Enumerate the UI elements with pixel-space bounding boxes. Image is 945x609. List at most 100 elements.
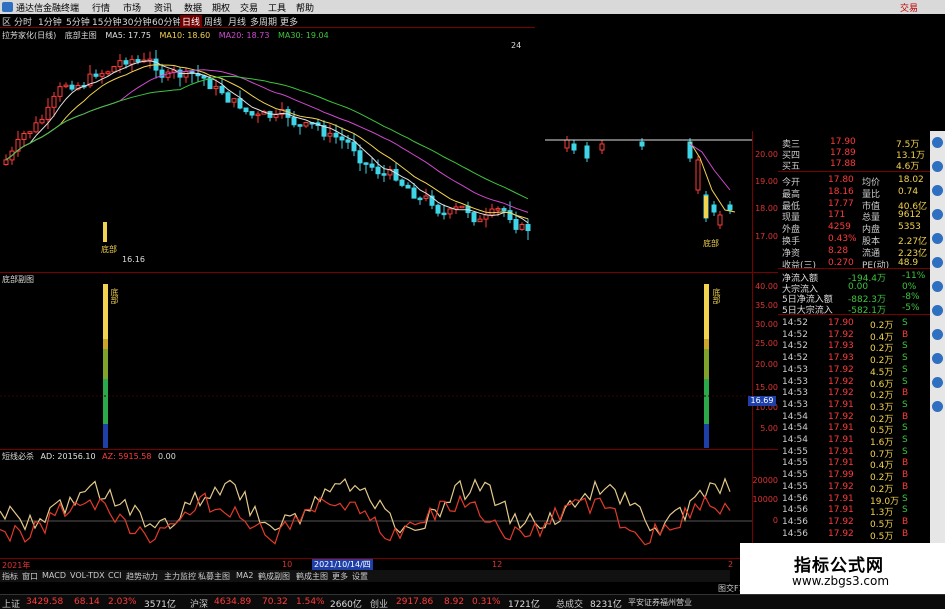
toolbar-item[interactable]: 更多 — [280, 15, 298, 28]
candle-body — [599, 143, 605, 151]
stat-value: 48.9 — [898, 257, 919, 268]
trade-link[interactable]: 交易 — [900, 1, 918, 14]
side-icon[interactable] — [932, 137, 943, 148]
tick-time: 14:55 — [782, 446, 808, 457]
cy-label[interactable]: 创业 — [370, 597, 388, 609]
candle-body — [711, 204, 717, 213]
tick-side: B — [902, 458, 909, 469]
toolbar-item[interactable]: 1分钟 — [38, 15, 62, 28]
toolbar-item[interactable]: 月线 — [228, 15, 246, 28]
flow-value: 0.00 — [848, 281, 869, 292]
menu-item[interactable]: 工具 — [268, 1, 286, 14]
short-kill-chart[interactable] — [0, 461, 752, 555]
menu-item[interactable]: 资讯 — [154, 1, 172, 14]
app-title: 通达信金融终端 — [16, 4, 80, 14]
toolbar-item[interactable]: 多周期 — [250, 15, 277, 28]
sz-value: 4634.89 — [214, 597, 252, 607]
tick-row: 14:52 17.93 0.2万 S — [778, 353, 930, 366]
toolbar-item[interactable]: 区 — [2, 15, 11, 28]
sh-label[interactable]: 上证 — [2, 597, 20, 609]
candle-body — [489, 208, 495, 216]
toolbar-item[interactable]: 60分钟 — [152, 15, 181, 28]
candle-body — [513, 219, 519, 230]
menu-item[interactable]: 行情 — [92, 1, 110, 14]
sz-pct: 1.54% — [296, 597, 325, 607]
tab-main-monitor[interactable]: 主力监控 — [164, 571, 196, 582]
candlestick-chart[interactable] — [0, 40, 752, 272]
stat-row: 换手 0.43% 股本 2.27亿 — [778, 234, 930, 247]
candle-body — [507, 210, 513, 221]
tick-time: 14:53 — [782, 376, 808, 387]
tab-ma2[interactable]: MA2 — [236, 571, 253, 580]
tab-crane-sub[interactable]: 鹤成副图 — [258, 571, 290, 582]
candle-body — [727, 204, 733, 211]
tab-cci[interactable]: CCI — [108, 571, 122, 580]
toolbar-item-active[interactable]: 日线 — [180, 15, 203, 28]
candle-body — [639, 141, 645, 147]
tick-row: 14:52 17.92 0.4万 B — [778, 329, 930, 343]
watermark-title: 指标公式网 — [794, 556, 884, 576]
side-icon[interactable] — [932, 401, 943, 412]
tick-time: 14:53 — [782, 388, 808, 399]
tab-settings[interactable]: 设置 — [352, 571, 368, 582]
tab-more[interactable]: 更多 — [332, 571, 348, 582]
date-tick: 2 — [728, 560, 734, 569]
side-icon[interactable] — [932, 305, 943, 316]
tab-trend[interactable]: 趋势动力 — [126, 571, 158, 582]
stat-row: 最高 18.16 量比 0.74 — [778, 187, 930, 200]
sz-label[interactable]: 沪深 — [190, 597, 208, 609]
tick-side: B — [902, 329, 909, 340]
toolbar-item[interactable]: 5分钟 — [66, 15, 90, 28]
menu-item[interactable]: 期权 — [212, 1, 230, 14]
bottom-signal-bar — [103, 222, 107, 242]
toolbar-item[interactable]: 周线 — [204, 15, 222, 28]
tab-window[interactable]: 窗口 — [22, 571, 38, 582]
candle-body — [423, 195, 429, 199]
tick-time: 14:55 — [782, 458, 808, 469]
side-icon[interactable] — [932, 233, 943, 244]
tab-private-main[interactable]: 私募主图 — [198, 571, 230, 582]
side-icon[interactable] — [932, 185, 943, 196]
price-axis-tick: 18.00 — [755, 204, 778, 213]
side-icon[interactable] — [932, 161, 943, 172]
menu-item[interactable]: 帮助 — [296, 1, 314, 14]
watermark: 指标公式网 www.zbgs3.com — [740, 543, 945, 595]
side-icon[interactable] — [932, 377, 943, 388]
menu-item[interactable]: 数据 — [184, 1, 202, 14]
tick-side: S — [902, 353, 908, 364]
tick-price: 17.90 — [828, 318, 854, 328]
tab-crane-main[interactable]: 鹤成主图 — [296, 571, 328, 582]
side-icon[interactable] — [932, 257, 943, 268]
sub1-axis-tick: 35.00 — [755, 301, 778, 310]
tab-macd[interactable]: MACD — [42, 571, 66, 580]
side-icon[interactable] — [932, 209, 943, 220]
broker-name: 平安证券福州营业 — [628, 598, 692, 607]
sub1-axis-tick: 25.00 — [755, 339, 778, 348]
candle-body — [564, 139, 570, 149]
bottom-indicator-chart[interactable] — [0, 284, 752, 450]
candle-body — [183, 71, 189, 78]
tick-row: 14:56 17.92 0.5万 B — [778, 528, 930, 542]
stat-value: 17.80 — [828, 175, 854, 185]
watermark-url: www.zbgs3.com — [792, 574, 890, 588]
bottom-signal-bar — [103, 339, 108, 349]
side-icon[interactable] — [932, 281, 943, 292]
menu-item[interactable]: 交易 — [240, 1, 258, 14]
candle-body — [117, 60, 123, 68]
tab-indicator[interactable]: 指标 — [2, 571, 18, 582]
flow-row: 5日大宗流入 -582.1万 -5% — [778, 303, 930, 316]
sub1-bar-label-left: 底部 — [110, 288, 119, 304]
tick-row: 14:55 17.91 0.7万 S — [778, 446, 930, 460]
tab-vol[interactable]: VOL-TDX — [70, 571, 105, 580]
candle-body — [243, 107, 249, 113]
toolbar-item[interactable]: 30分钟 — [122, 15, 151, 28]
order-book-row: 买五 17.88 4.6万 — [782, 159, 920, 172]
side-icon[interactable] — [932, 329, 943, 340]
toolbar-item[interactable]: 15分钟 — [92, 15, 121, 28]
tick-price: 17.92 — [828, 528, 854, 539]
menu-item[interactable]: 市场 — [123, 1, 141, 14]
toolbar-item[interactable]: 分时 — [14, 15, 32, 28]
tick-side: S — [902, 376, 908, 387]
tick-row: 14:55 17.91 0.4万 B — [778, 458, 930, 471]
side-icon[interactable] — [932, 353, 943, 364]
